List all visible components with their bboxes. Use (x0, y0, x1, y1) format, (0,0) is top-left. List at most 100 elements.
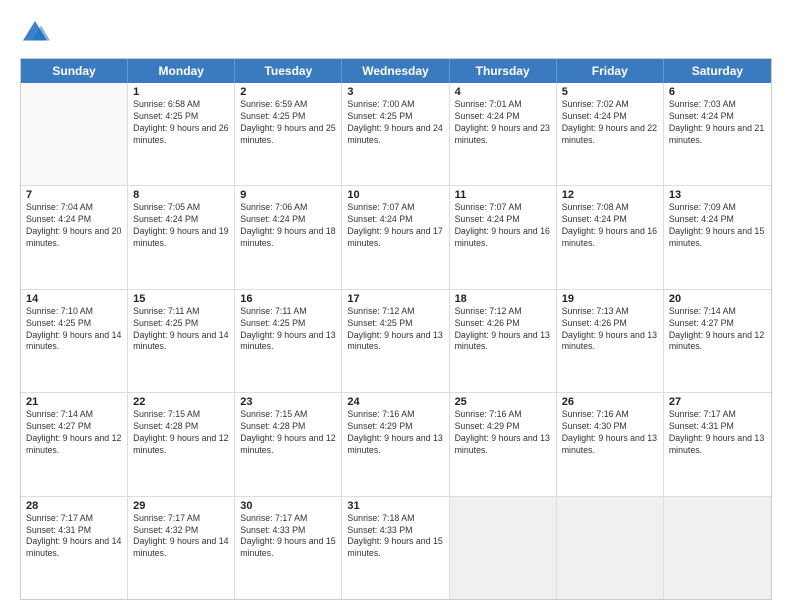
day-info: Sunrise: 7:15 AMSunset: 4:28 PMDaylight:… (133, 409, 229, 457)
day-number: 22 (133, 396, 229, 408)
day-cell-1: 1Sunrise: 6:58 AMSunset: 4:25 PMDaylight… (128, 83, 235, 185)
day-number: 30 (240, 500, 336, 512)
day-cell-17: 17Sunrise: 7:12 AMSunset: 4:25 PMDayligh… (342, 290, 449, 392)
logo (20, 18, 54, 48)
calendar-row-1: 1Sunrise: 6:58 AMSunset: 4:25 PMDaylight… (21, 83, 771, 185)
day-info: Sunrise: 7:03 AMSunset: 4:24 PMDaylight:… (669, 99, 766, 147)
day-cell-29: 29Sunrise: 7:17 AMSunset: 4:32 PMDayligh… (128, 497, 235, 599)
day-number: 14 (26, 293, 122, 305)
day-info: Sunrise: 7:16 AMSunset: 4:30 PMDaylight:… (562, 409, 658, 457)
day-cell-23: 23Sunrise: 7:15 AMSunset: 4:28 PMDayligh… (235, 393, 342, 495)
day-number: 9 (240, 189, 336, 201)
day-info: Sunrise: 7:14 AMSunset: 4:27 PMDaylight:… (669, 306, 766, 354)
day-info: Sunrise: 7:01 AMSunset: 4:24 PMDaylight:… (455, 99, 551, 147)
weekday-header-sunday: Sunday (21, 59, 128, 83)
day-info: Sunrise: 7:17 AMSunset: 4:31 PMDaylight:… (669, 409, 766, 457)
weekday-header-tuesday: Tuesday (235, 59, 342, 83)
day-cell-6: 6Sunrise: 7:03 AMSunset: 4:24 PMDaylight… (664, 83, 771, 185)
day-cell-8: 8Sunrise: 7:05 AMSunset: 4:24 PMDaylight… (128, 186, 235, 288)
day-number: 25 (455, 396, 551, 408)
day-number: 18 (455, 293, 551, 305)
calendar-body: 1Sunrise: 6:58 AMSunset: 4:25 PMDaylight… (21, 83, 771, 599)
day-info: Sunrise: 7:08 AMSunset: 4:24 PMDaylight:… (562, 202, 658, 250)
calendar-row-4: 21Sunrise: 7:14 AMSunset: 4:27 PMDayligh… (21, 392, 771, 495)
day-info: Sunrise: 7:16 AMSunset: 4:29 PMDaylight:… (347, 409, 443, 457)
day-number: 15 (133, 293, 229, 305)
day-number: 7 (26, 189, 122, 201)
day-cell-3: 3Sunrise: 7:00 AMSunset: 4:25 PMDaylight… (342, 83, 449, 185)
weekday-header-thursday: Thursday (450, 59, 557, 83)
day-number: 11 (455, 189, 551, 201)
day-number: 8 (133, 189, 229, 201)
empty-cell (21, 83, 128, 185)
day-cell-10: 10Sunrise: 7:07 AMSunset: 4:24 PMDayligh… (342, 186, 449, 288)
day-cell-9: 9Sunrise: 7:06 AMSunset: 4:24 PMDaylight… (235, 186, 342, 288)
calendar-row-5: 28Sunrise: 7:17 AMSunset: 4:31 PMDayligh… (21, 496, 771, 599)
day-number: 4 (455, 86, 551, 98)
day-cell-12: 12Sunrise: 7:08 AMSunset: 4:24 PMDayligh… (557, 186, 664, 288)
day-number: 6 (669, 86, 766, 98)
day-cell-18: 18Sunrise: 7:12 AMSunset: 4:26 PMDayligh… (450, 290, 557, 392)
day-number: 1 (133, 86, 229, 98)
day-cell-5: 5Sunrise: 7:02 AMSunset: 4:24 PMDaylight… (557, 83, 664, 185)
day-info: Sunrise: 7:17 AMSunset: 4:33 PMDaylight:… (240, 513, 336, 561)
day-cell-24: 24Sunrise: 7:16 AMSunset: 4:29 PMDayligh… (342, 393, 449, 495)
day-cell-21: 21Sunrise: 7:14 AMSunset: 4:27 PMDayligh… (21, 393, 128, 495)
day-cell-25: 25Sunrise: 7:16 AMSunset: 4:29 PMDayligh… (450, 393, 557, 495)
day-info: Sunrise: 7:00 AMSunset: 4:25 PMDaylight:… (347, 99, 443, 147)
day-cell-2: 2Sunrise: 6:59 AMSunset: 4:25 PMDaylight… (235, 83, 342, 185)
day-cell-22: 22Sunrise: 7:15 AMSunset: 4:28 PMDayligh… (128, 393, 235, 495)
day-info: Sunrise: 7:10 AMSunset: 4:25 PMDaylight:… (26, 306, 122, 354)
day-number: 5 (562, 86, 658, 98)
weekday-header-wednesday: Wednesday (342, 59, 449, 83)
day-cell-13: 13Sunrise: 7:09 AMSunset: 4:24 PMDayligh… (664, 186, 771, 288)
day-number: 3 (347, 86, 443, 98)
day-number: 24 (347, 396, 443, 408)
day-info: Sunrise: 7:18 AMSunset: 4:33 PMDaylight:… (347, 513, 443, 561)
day-info: Sunrise: 7:09 AMSunset: 4:24 PMDaylight:… (669, 202, 766, 250)
day-cell-16: 16Sunrise: 7:11 AMSunset: 4:25 PMDayligh… (235, 290, 342, 392)
day-cell-4: 4Sunrise: 7:01 AMSunset: 4:24 PMDaylight… (450, 83, 557, 185)
day-number: 21 (26, 396, 122, 408)
day-info: Sunrise: 6:59 AMSunset: 4:25 PMDaylight:… (240, 99, 336, 147)
day-number: 17 (347, 293, 443, 305)
day-info: Sunrise: 7:02 AMSunset: 4:24 PMDaylight:… (562, 99, 658, 147)
day-cell-31: 31Sunrise: 7:18 AMSunset: 4:33 PMDayligh… (342, 497, 449, 599)
calendar: SundayMondayTuesdayWednesdayThursdayFrid… (20, 58, 772, 600)
day-info: Sunrise: 7:11 AMSunset: 4:25 PMDaylight:… (240, 306, 336, 354)
day-info: Sunrise: 7:13 AMSunset: 4:26 PMDaylight:… (562, 306, 658, 354)
calendar-row-3: 14Sunrise: 7:10 AMSunset: 4:25 PMDayligh… (21, 289, 771, 392)
calendar-row-2: 7Sunrise: 7:04 AMSunset: 4:24 PMDaylight… (21, 185, 771, 288)
logo-icon (20, 18, 50, 48)
day-info: Sunrise: 7:07 AMSunset: 4:24 PMDaylight:… (347, 202, 443, 250)
day-cell-30: 30Sunrise: 7:17 AMSunset: 4:33 PMDayligh… (235, 497, 342, 599)
day-info: Sunrise: 7:11 AMSunset: 4:25 PMDaylight:… (133, 306, 229, 354)
day-cell-20: 20Sunrise: 7:14 AMSunset: 4:27 PMDayligh… (664, 290, 771, 392)
day-number: 27 (669, 396, 766, 408)
day-cell-28: 28Sunrise: 7:17 AMSunset: 4:31 PMDayligh… (21, 497, 128, 599)
day-number: 28 (26, 500, 122, 512)
day-info: Sunrise: 7:06 AMSunset: 4:24 PMDaylight:… (240, 202, 336, 250)
day-info: Sunrise: 7:04 AMSunset: 4:24 PMDaylight:… (26, 202, 122, 250)
day-cell-11: 11Sunrise: 7:07 AMSunset: 4:24 PMDayligh… (450, 186, 557, 288)
day-info: Sunrise: 7:12 AMSunset: 4:25 PMDaylight:… (347, 306, 443, 354)
empty-cell (450, 497, 557, 599)
day-info: Sunrise: 7:14 AMSunset: 4:27 PMDaylight:… (26, 409, 122, 457)
weekday-header-monday: Monday (128, 59, 235, 83)
day-number: 12 (562, 189, 658, 201)
day-cell-15: 15Sunrise: 7:11 AMSunset: 4:25 PMDayligh… (128, 290, 235, 392)
empty-cell (557, 497, 664, 599)
day-info: Sunrise: 7:07 AMSunset: 4:24 PMDaylight:… (455, 202, 551, 250)
day-number: 13 (669, 189, 766, 201)
day-number: 31 (347, 500, 443, 512)
empty-cell (664, 497, 771, 599)
weekday-header-saturday: Saturday (664, 59, 771, 83)
day-info: Sunrise: 7:17 AMSunset: 4:31 PMDaylight:… (26, 513, 122, 561)
day-number: 26 (562, 396, 658, 408)
page: SundayMondayTuesdayWednesdayThursdayFrid… (0, 0, 792, 612)
day-cell-14: 14Sunrise: 7:10 AMSunset: 4:25 PMDayligh… (21, 290, 128, 392)
day-cell-27: 27Sunrise: 7:17 AMSunset: 4:31 PMDayligh… (664, 393, 771, 495)
day-info: Sunrise: 7:16 AMSunset: 4:29 PMDaylight:… (455, 409, 551, 457)
header (20, 18, 772, 48)
day-number: 16 (240, 293, 336, 305)
